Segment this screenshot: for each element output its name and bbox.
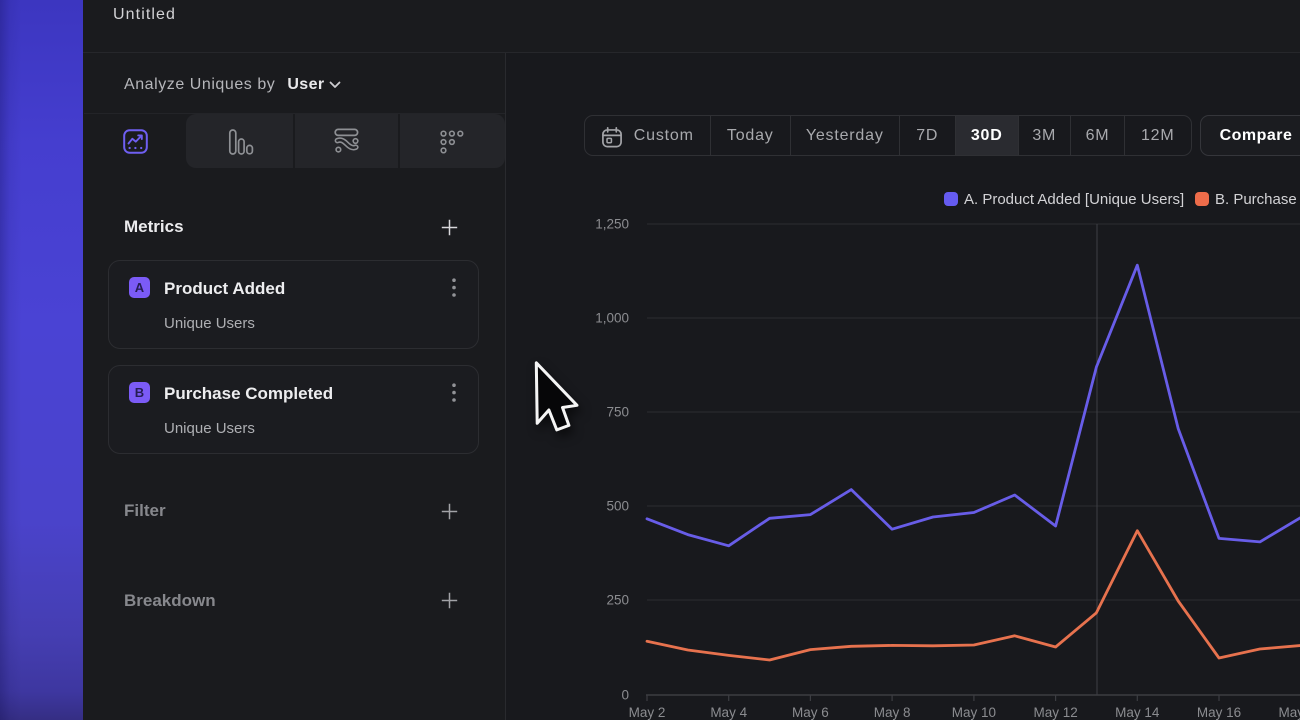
svg-text:250: 250 [606, 593, 629, 608]
svg-text:May 16: May 16 [1197, 705, 1241, 720]
svg-text:1,000: 1,000 [595, 311, 629, 326]
svg-text:750: 750 [606, 405, 629, 420]
svg-text:May 10: May 10 [952, 705, 996, 720]
svg-text:0: 0 [621, 688, 629, 703]
svg-text:500: 500 [606, 499, 629, 514]
svg-text:1,250: 1,250 [595, 217, 629, 232]
svg-text:May 2: May 2 [629, 705, 666, 720]
svg-text:May 6: May 6 [792, 705, 829, 720]
svg-text:May 12: May 12 [1033, 705, 1077, 720]
svg-text:May 4: May 4 [710, 705, 747, 720]
svg-text:May 18: May 18 [1279, 705, 1300, 720]
svg-text:May 14: May 14 [1115, 705, 1160, 720]
svg-text:May 8: May 8 [874, 705, 911, 720]
